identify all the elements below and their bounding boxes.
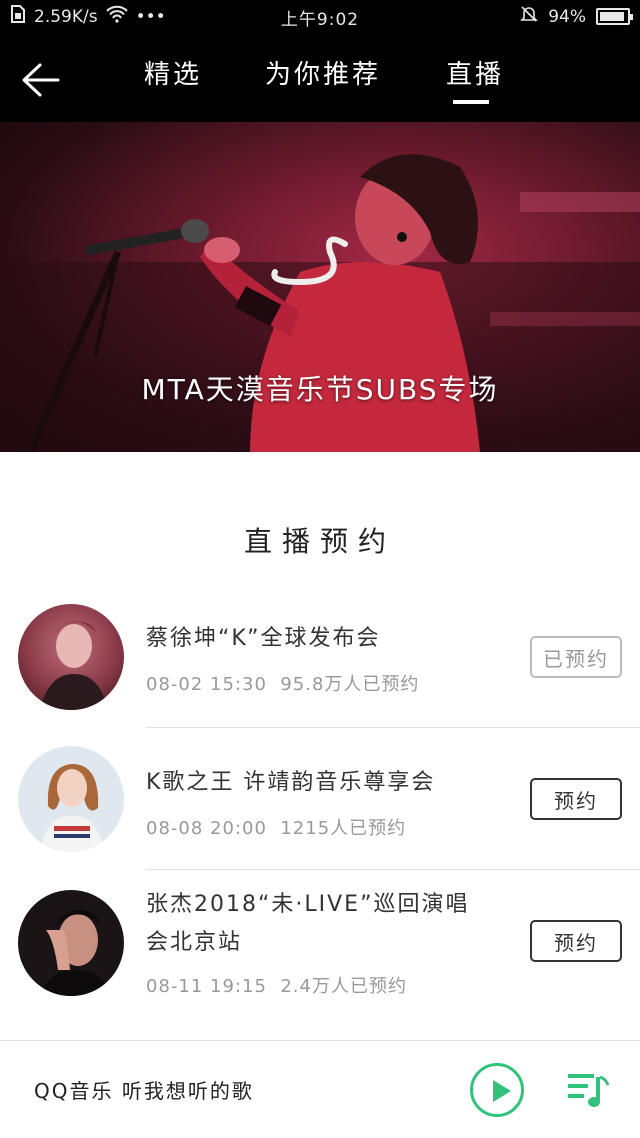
item-meta: 08-02 15:30 95.8万人已预约 xyxy=(146,670,419,696)
tab-recommended[interactable]: 为你推荐 xyxy=(265,54,381,91)
item-title: K歌之王 许靖韵音乐尊享会 xyxy=(146,770,436,795)
battery-text: 94% xyxy=(548,6,586,27)
live-banner[interactable]: MTA天漠音乐节SUBS专场 xyxy=(0,122,640,452)
item-count: 1215人已预约 xyxy=(280,818,407,839)
item-date: 08-08 20:00 xyxy=(146,818,267,839)
item-date: 08-11 19:15 xyxy=(146,976,267,997)
reserve-button[interactable]: 预约 xyxy=(530,920,622,962)
play-button[interactable] xyxy=(470,1063,524,1117)
section-title: 直播预约 xyxy=(243,525,396,558)
item-date: 08-02 15:30 xyxy=(146,674,267,695)
tab-live[interactable]: 直播 xyxy=(446,54,504,91)
item-count: 2.4万人已预约 xyxy=(280,976,407,997)
playlist-icon xyxy=(568,1074,610,1107)
tab-bar: 精选 为你推荐 直播 xyxy=(0,32,640,122)
divider xyxy=(146,727,640,728)
status-bar: 2.59K/s ••• 上午9:02 94% xyxy=(0,0,640,32)
avatar xyxy=(18,604,124,710)
item-title: 张杰2018“未·LIVE”巡回演唱 会北京站 xyxy=(146,886,469,962)
item-meta: 08-11 19:15 2.4万人已预约 xyxy=(146,972,407,998)
item-title-line1: 张杰2018“未·LIVE”巡回演唱 xyxy=(146,892,470,917)
avatar xyxy=(18,746,124,852)
player-slogan: QQ音乐 听我想听的歌 xyxy=(34,1079,254,1103)
active-tab-indicator xyxy=(453,100,489,104)
battery-icon xyxy=(596,8,633,25)
reserved-button[interactable]: 已预约 xyxy=(530,636,622,678)
live-item[interactable]: 张杰2018“未·LIVE”巡回演唱 会北京站 08-11 19:15 2.4万… xyxy=(0,886,640,1006)
live-item[interactable]: K歌之王 许靖韵音乐尊享会 08-08 20:00 1215人已预约 预约 xyxy=(0,744,640,864)
mini-player: QQ音乐 听我想听的歌 xyxy=(0,1041,640,1138)
reserve-button[interactable]: 预约 xyxy=(530,778,622,820)
play-icon xyxy=(493,1080,511,1102)
item-count: 95.8万人已预约 xyxy=(280,674,420,695)
avatar xyxy=(18,890,124,996)
tab-featured[interactable]: 精选 xyxy=(144,54,202,91)
item-meta: 08-08 20:00 1215人已预约 xyxy=(146,814,406,840)
item-title-line2: 会北京站 xyxy=(146,930,243,955)
status-right: 94% xyxy=(520,5,633,28)
live-item[interactable]: 蔡徐坤“K”全球发布会 08-02 15:30 95.8万人已预约 已预约 xyxy=(0,600,640,720)
item-title: 蔡徐坤“K”全球发布会 xyxy=(146,626,381,651)
banner-title: MTA天漠音乐节SUBS专场 xyxy=(141,373,499,406)
top-nav: 精选 为你推荐 直播 xyxy=(0,32,640,122)
mute-bell-icon xyxy=(520,5,539,28)
playlist-button[interactable] xyxy=(566,1069,610,1109)
divider xyxy=(146,869,640,870)
